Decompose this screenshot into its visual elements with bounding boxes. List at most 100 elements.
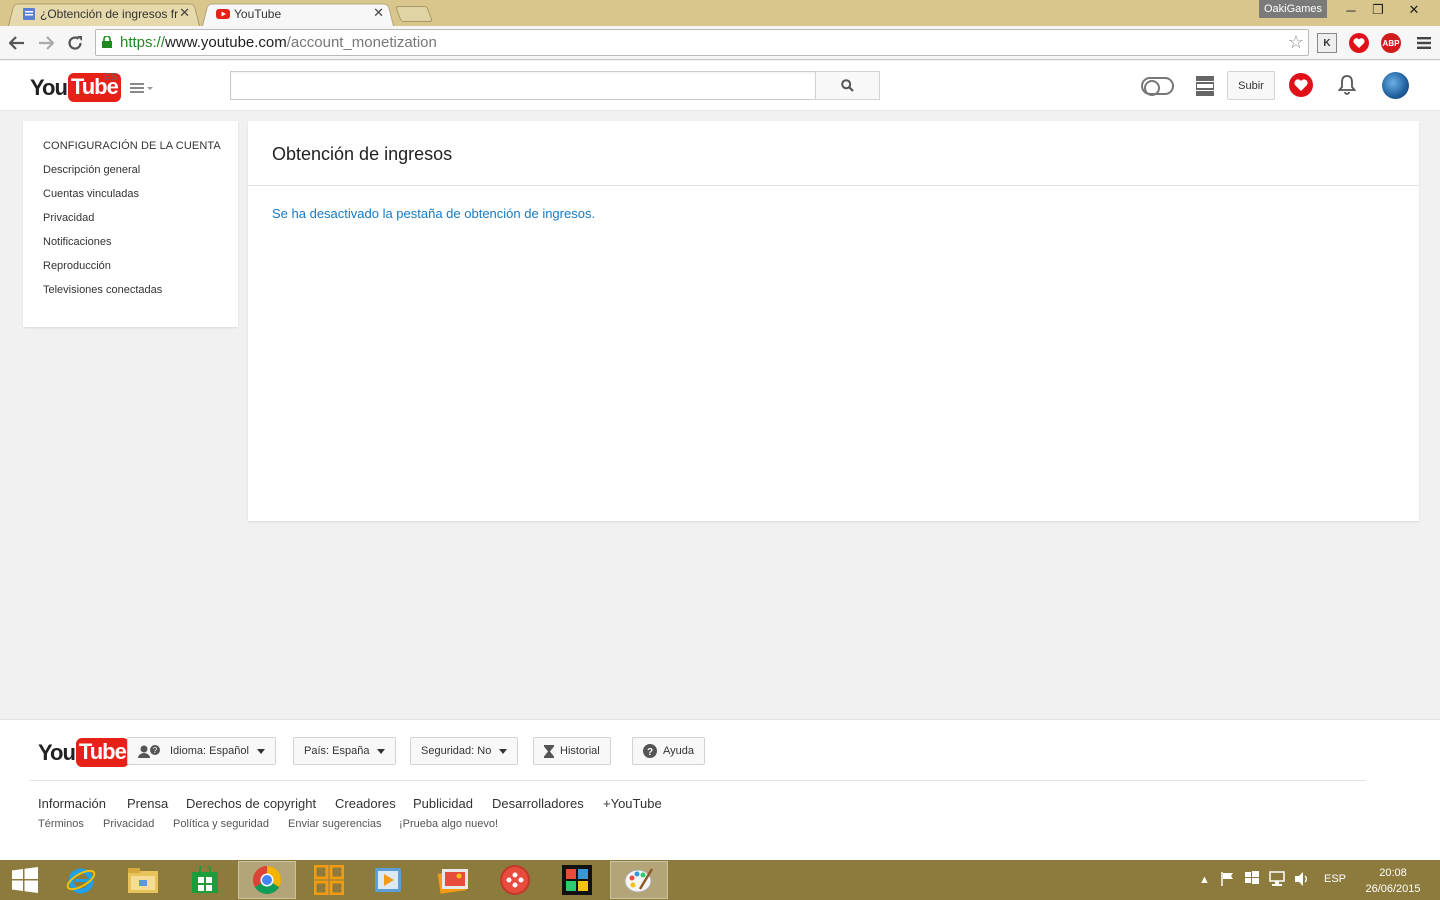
restore-icon[interactable]: ❐: [1363, 1, 1393, 19]
clock-time: 20:08: [1379, 867, 1407, 879]
youtube-masthead: You Tube ES Subir: [0, 61, 1440, 111]
sidebar-item-overview[interactable]: Descripción general: [43, 164, 140, 176]
toggle-switch-icon[interactable]: [1141, 77, 1174, 96]
avatar[interactable]: [1382, 72, 1409, 99]
upload-button[interactable]: Subir: [1227, 71, 1275, 100]
footer-link-send-feedback[interactable]: Enviar sugerencias: [288, 818, 382, 830]
red-app-icon[interactable]: [486, 861, 544, 899]
notifications-bell-icon[interactable]: [1337, 75, 1357, 100]
puzzle-app-icon[interactable]: [548, 861, 606, 899]
windows-store-icon[interactable]: [176, 861, 234, 899]
photo-viewer-icon[interactable]: [424, 861, 482, 899]
page-title: Obtención de ingresos: [272, 144, 453, 164]
svg-text:?: ?: [153, 746, 158, 755]
creator-studio-icon[interactable]: [1195, 76, 1215, 101]
chevron-down-icon: [499, 748, 508, 754]
language-picker-button[interactable]: ? Idioma: Español: [127, 737, 276, 765]
tab-title: ¿Obtención de ingresos fr: [40, 7, 178, 21]
sidebar-item-notifications[interactable]: Notificaciones: [43, 236, 111, 248]
logo-you-text: You: [30, 74, 68, 100]
country-picker-button[interactable]: País: España: [293, 737, 397, 765]
youtube-footer: You Tube ? Idioma: Español País: España S…: [0, 719, 1440, 860]
lock-icon: [102, 36, 112, 48]
url-path: /account_monetization: [286, 34, 437, 51]
reload-icon[interactable]: [63, 31, 87, 55]
svg-text:?: ?: [647, 747, 653, 758]
browser-tab-monetization-help[interactable]: ¿Obtención de ingresos fr ✕: [8, 2, 200, 26]
language-value: Español: [209, 745, 249, 757]
media-player-icon[interactable]: [360, 861, 418, 899]
sidebar-item-connected-tvs[interactable]: Televisiones conectadas: [43, 284, 162, 296]
footer-link-about[interactable]: Información: [38, 796, 106, 811]
chrome-taskbar-icon[interactable]: [238, 861, 296, 899]
close-tab-icon[interactable]: ✕: [179, 5, 190, 21]
safety-label: Seguridad:: [421, 745, 475, 757]
footer-youtube-logo[interactable]: You Tube: [38, 738, 129, 767]
windows-taskbar: ▲ ESP 20:08 26/06/2015: [0, 860, 1440, 900]
close-window-icon[interactable]: ✕: [1399, 1, 1429, 19]
footer-link-plus-youtube[interactable]: +YouTube: [603, 796, 662, 811]
k-extension-icon[interactable]: K: [1317, 33, 1337, 53]
input-language-indicator[interactable]: ESP: [1324, 873, 1346, 885]
volume-icon[interactable]: [1294, 871, 1310, 890]
windows-update-icon[interactable]: [1245, 871, 1259, 888]
chevron-down-icon: [256, 748, 265, 754]
footer-link-terms[interactable]: Términos: [38, 818, 84, 830]
monetization-card: Obtención de ingresos Se ha desactivado …: [248, 121, 1419, 521]
tab-title: YouTube: [234, 7, 282, 21]
hourglass-icon: [544, 744, 554, 758]
show-hidden-icons-icon[interactable]: ▲: [1199, 874, 1210, 886]
windows-start-icon[interactable]: [0, 861, 54, 899]
monetization-disabled-message: Se ha desactivado la pestaña de obtenció…: [272, 206, 596, 221]
back-arrow-icon[interactable]: [5, 31, 29, 55]
search-button[interactable]: [815, 71, 880, 100]
sidebar-item-playback[interactable]: Reproducción: [43, 260, 111, 272]
safety-value: No: [477, 745, 492, 757]
browser-titlebar: ¿Obtención de ingresos fr ✕ YouTube ✕ Oa…: [0, 0, 1440, 26]
divider: [248, 185, 1419, 186]
chevron-down-icon: [377, 748, 386, 754]
footer-link-privacy[interactable]: Privacidad: [103, 818, 154, 830]
sidebar-item-privacy[interactable]: Privacidad: [43, 212, 94, 224]
browser-tab-youtube[interactable]: YouTube ✕: [202, 2, 394, 26]
forward-arrow-icon[interactable]: [34, 31, 58, 55]
url-scheme: https://: [120, 34, 166, 51]
paint-app-icon[interactable]: [610, 861, 668, 899]
footer-link-copyright[interactable]: Derechos de copyright: [186, 796, 316, 811]
internet-explorer-icon[interactable]: [52, 861, 110, 899]
chrome-menu-icon[interactable]: [1414, 33, 1434, 53]
system-clock[interactable]: 20:08 26/06/2015: [1358, 865, 1428, 897]
adblock-plus-icon[interactable]: ABP: [1381, 33, 1401, 53]
footer-link-creators[interactable]: Creadores: [335, 796, 396, 811]
address-bar[interactable]: https://www.youtube.com/account_monetiza…: [95, 29, 1309, 56]
action-center-flag-icon[interactable]: [1220, 871, 1236, 890]
clock-date: 26/06/2015: [1365, 883, 1421, 895]
help-button[interactable]: ? Ayuda: [632, 737, 705, 765]
new-tab-button[interactable]: [395, 6, 433, 22]
history-button[interactable]: Historial: [533, 737, 611, 765]
bookmark-star-icon[interactable]: ☆: [1288, 32, 1304, 53]
file-explorer-icon[interactable]: [114, 861, 172, 899]
help-question-icon: ?: [643, 744, 657, 758]
network-icon[interactable]: [1269, 871, 1285, 890]
footer-link-try-something-new[interactable]: ¡Prueba algo nuevo!: [399, 818, 498, 830]
footer-link-policy-safety[interactable]: Política y seguridad: [173, 818, 269, 830]
logo-tube-text: Tube: [75, 738, 129, 767]
youtube-favicon-icon: [216, 9, 230, 19]
guide-menu-icon[interactable]: [130, 81, 153, 95]
footer-link-advertising[interactable]: Publicidad: [413, 796, 473, 811]
heart-icon[interactable]: [1289, 73, 1313, 102]
close-tab-icon[interactable]: ✕: [373, 5, 384, 21]
footer-divider: [30, 780, 1366, 781]
profile-name-badge[interactable]: OakiGames: [1259, 0, 1327, 18]
minimize-icon[interactable]: ─: [1336, 1, 1366, 19]
footer-link-press[interactable]: Prensa: [127, 796, 168, 811]
logo-you-text: You: [38, 739, 76, 765]
sidebar-item-linked-accounts[interactable]: Cuentas vinculadas: [43, 188, 139, 200]
footer-link-developers[interactable]: Desarrolladores: [492, 796, 584, 811]
search-input[interactable]: [230, 71, 816, 100]
sidebar-heading: CONFIGURACIÓN DE LA CUENTA: [43, 140, 221, 152]
heart-extension-icon[interactable]: [1349, 33, 1369, 53]
office-app-icon[interactable]: [300, 861, 358, 899]
safety-mode-button[interactable]: Seguridad: No: [410, 737, 519, 765]
